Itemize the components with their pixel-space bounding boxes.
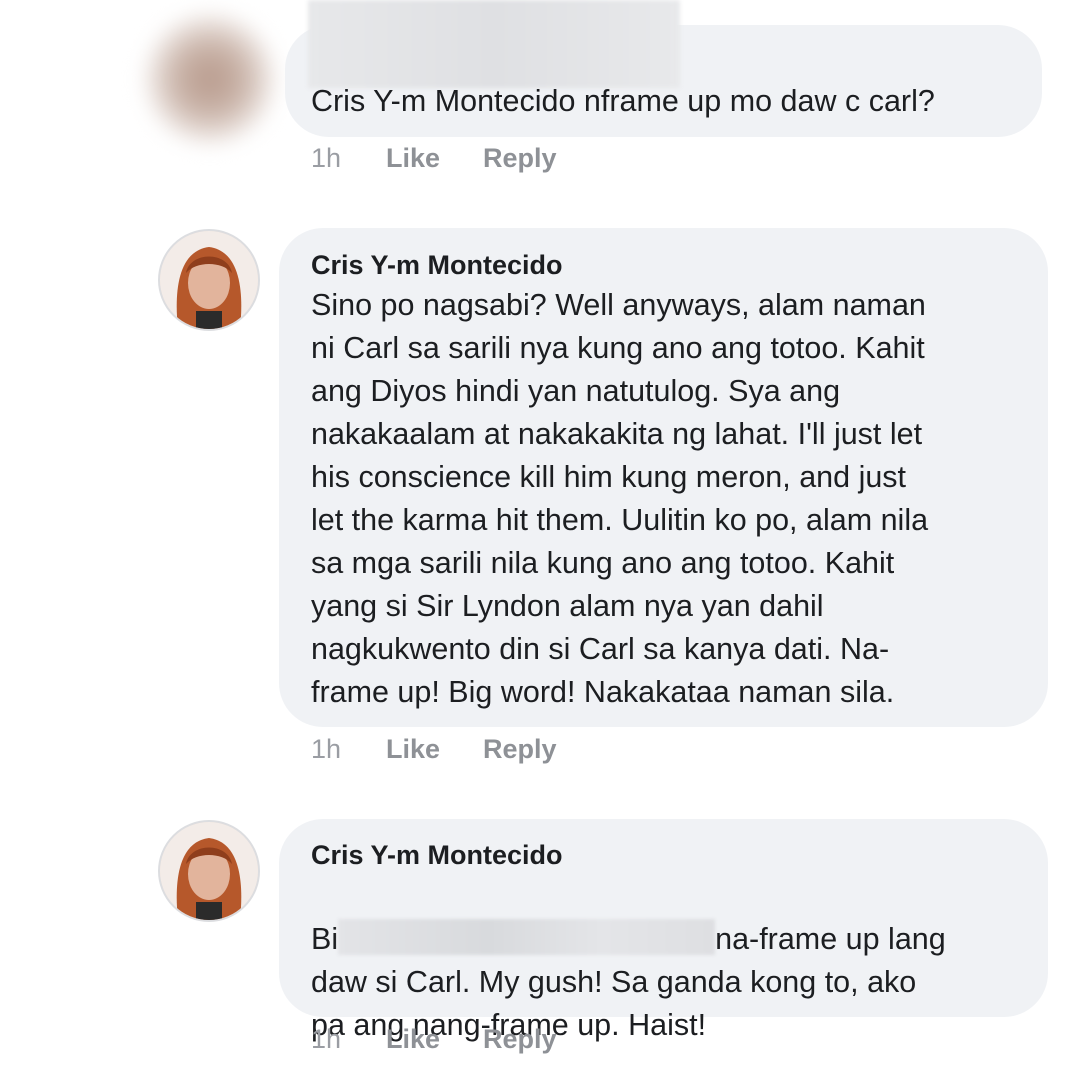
comment-author[interactable]: Cris Y-m Montecido [311,840,563,871]
comment-thread: Cris Y-m Montecido nframe up mo daw c ca… [0,0,1080,1080]
comment-3: Cris Y-m Montecido Bi na-frame up lang da… [0,0,1080,1080]
reply-button[interactable]: Reply [483,1024,557,1055]
comment-text: Bi na-frame up lang daw si Carl. My gush!… [311,875,946,1047]
avatar[interactable] [158,820,260,922]
like-button[interactable]: Like [386,1024,440,1055]
comment-timestamp: 1h [311,1024,342,1054]
redacted-mentions [338,919,716,955]
profile-photo [160,822,258,920]
comment-text-start: Bi [311,922,339,956]
